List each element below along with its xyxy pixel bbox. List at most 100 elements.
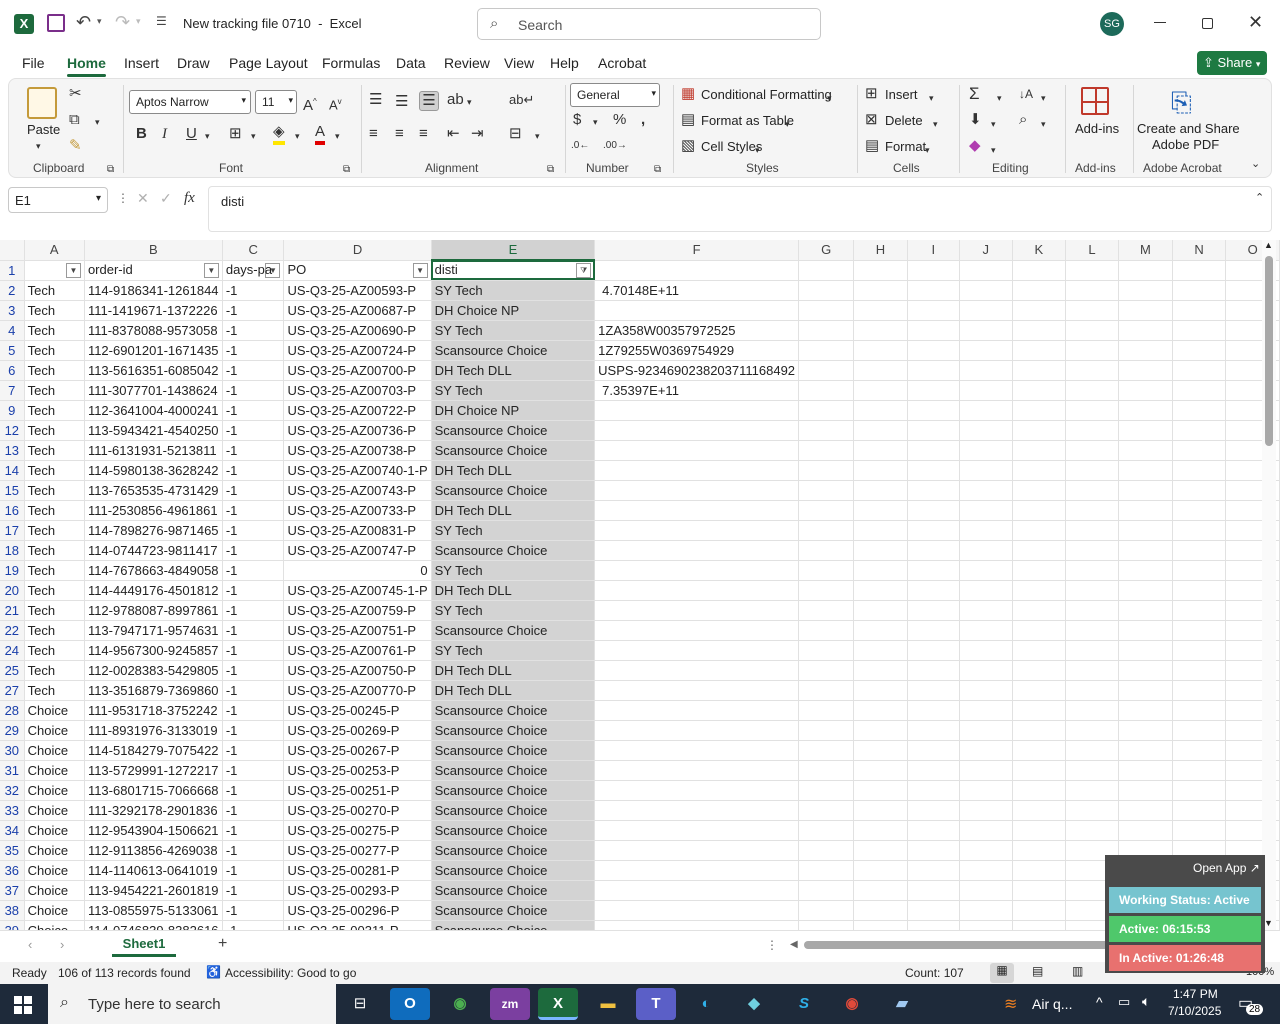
cell-e[interactable]: Scansource Choice (431, 740, 596, 761)
decrease-decimal-icon[interactable]: .00→ (603, 137, 627, 155)
cell[interactable] (907, 860, 960, 881)
cell[interactable] (959, 780, 1013, 801)
cell-b[interactable]: 112-9113856-4269038 (84, 840, 223, 861)
cell-e[interactable]: Scansource Choice (431, 340, 596, 361)
cell[interactable] (1012, 880, 1067, 901)
cell[interactable] (1118, 440, 1173, 461)
cell-f[interactable] (594, 300, 800, 321)
cell-d[interactable]: US-Q3-25-00275-P (283, 820, 432, 841)
cell[interactable] (1118, 520, 1173, 541)
font-size-combo[interactable]: 11 ▾ (255, 90, 297, 114)
cell[interactable] (798, 860, 855, 881)
cell-f[interactable]: 1ZA358W00357972525 (594, 320, 800, 341)
cell[interactable] (1118, 820, 1173, 841)
cell-b[interactable]: 113-5616351-6085042 (84, 360, 223, 381)
cell-b[interactable]: 113-6801715-7066668 (84, 780, 223, 801)
cell[interactable] (1065, 320, 1120, 341)
cell-b[interactable]: 113-5729991-1272217 (84, 760, 223, 781)
cell-f[interactable] (594, 740, 800, 761)
cell-d[interactable]: US-Q3-25-00251-P (283, 780, 432, 801)
cell[interactable] (907, 400, 960, 421)
cell-c[interactable]: -1 (222, 360, 285, 381)
cell[interactable] (907, 300, 960, 321)
open-app-link[interactable]: Open App ↗ (1193, 861, 1260, 875)
row-header[interactable]: 33 (0, 800, 25, 821)
cell-c[interactable]: -1 (222, 380, 285, 401)
cell[interactable] (1065, 360, 1120, 381)
cell[interactable] (1012, 820, 1067, 841)
cell-c[interactable]: -1 (222, 420, 285, 441)
cell-d[interactable]: US-Q3-25-00281-P (283, 860, 432, 881)
cell-c[interactable]: -1 (222, 880, 285, 901)
cell[interactable] (1012, 300, 1067, 321)
name-box[interactable]: E1 ▾ (8, 187, 108, 213)
row-header[interactable]: 30 (0, 740, 25, 761)
windows-start-icon[interactable] (14, 996, 32, 1014)
autosum-icon[interactable]: Σ (969, 85, 980, 103)
column-header-m[interactable]: M (1118, 240, 1173, 261)
cell[interactable] (798, 900, 855, 921)
cell-f[interactable] (594, 860, 800, 881)
cell[interactable] (1172, 640, 1227, 661)
cell[interactable] (1172, 260, 1227, 281)
edge-icon[interactable]: ◐ (686, 988, 726, 1020)
cell[interactable] (853, 860, 908, 881)
font-name-combo[interactable]: Aptos Narrow ▾ (129, 90, 251, 114)
column-header-g[interactable]: G (798, 240, 855, 261)
cell[interactable] (1012, 400, 1067, 421)
cell-styles-button[interactable]: Cell Styles (701, 139, 762, 154)
clear-icon[interactable]: ◆ (969, 137, 981, 155)
cell-a[interactable]: Choice (24, 740, 85, 761)
tab-help[interactable]: Help (550, 55, 579, 71)
column-header-f[interactable]: F (594, 240, 800, 261)
cell-b1[interactable]: ▼ order-id (84, 260, 223, 281)
cell-c[interactable]: -1 (222, 300, 285, 321)
cell[interactable] (1065, 400, 1120, 421)
cell[interactable] (959, 920, 1013, 930)
excel-taskbar-icon[interactable]: X (538, 988, 578, 1020)
cell-f[interactable] (594, 780, 800, 801)
cell-a[interactable]: Tech (24, 640, 85, 661)
cell-b[interactable]: 114-1140613-0641019 (84, 860, 223, 881)
cell-b[interactable]: 113-0855975-5133061 (84, 900, 223, 921)
cell-d[interactable]: US-Q3-25-00277-P (283, 840, 432, 861)
cell-d[interactable]: US-Q3-25-AZ00593-P (283, 280, 432, 301)
cell[interactable] (1065, 680, 1120, 701)
cell-c[interactable]: -1 (222, 400, 285, 421)
conditional-formatting-dropdown-icon[interactable]: ▾ (827, 89, 832, 107)
cell[interactable] (853, 320, 908, 341)
scroll-down-icon[interactable]: ▼ (1264, 918, 1273, 928)
cell[interactable] (959, 440, 1013, 461)
taskbar-search-box[interactable]: ⌕ Type here to search (48, 984, 336, 1024)
cell[interactable] (1012, 760, 1067, 781)
format-as-table-icon[interactable]: ▤ (681, 111, 695, 129)
cell[interactable] (1172, 420, 1227, 441)
cell-f[interactable] (594, 840, 800, 861)
hidden-icons-chevron-icon[interactable]: ^ (1096, 994, 1103, 1010)
add-ins-button[interactable]: Add-ins (1075, 121, 1119, 136)
cell-e[interactable]: SY Tech (431, 320, 596, 341)
cell-e[interactable]: SY Tech (431, 280, 596, 301)
cell-e[interactable]: Scansource Choice (431, 880, 596, 901)
cell[interactable] (798, 340, 855, 361)
cell-d1[interactable]: ▼ PO (283, 260, 432, 281)
cell-e[interactable]: SY Tech (431, 520, 596, 541)
cell-e[interactable]: Scansource Choice (431, 860, 596, 881)
cell[interactable] (798, 360, 855, 381)
tab-page-layout[interactable]: Page Layout (229, 55, 308, 71)
chrome-profile-icon[interactable]: ◉ (832, 988, 872, 1020)
cell[interactable] (1012, 540, 1067, 561)
cell[interactable] (1012, 620, 1067, 641)
cell-c[interactable]: -1 (222, 820, 285, 841)
page-layout-view-icon[interactable]: ▤ (1032, 964, 1043, 978)
cell-d[interactable]: US-Q3-25-AZ00687-P (283, 300, 432, 321)
cell[interactable] (959, 360, 1013, 381)
cell-a[interactable]: Tech (24, 380, 85, 401)
cell[interactable] (1118, 380, 1173, 401)
cell[interactable] (1172, 380, 1227, 401)
row-header[interactable]: 39 (0, 920, 25, 930)
cell[interactable] (1118, 680, 1173, 701)
number-format-combo[interactable]: General ▾ (570, 83, 660, 107)
undo-dropdown-icon[interactable]: ▾ (97, 16, 102, 27)
select-all-corner[interactable] (0, 240, 25, 261)
